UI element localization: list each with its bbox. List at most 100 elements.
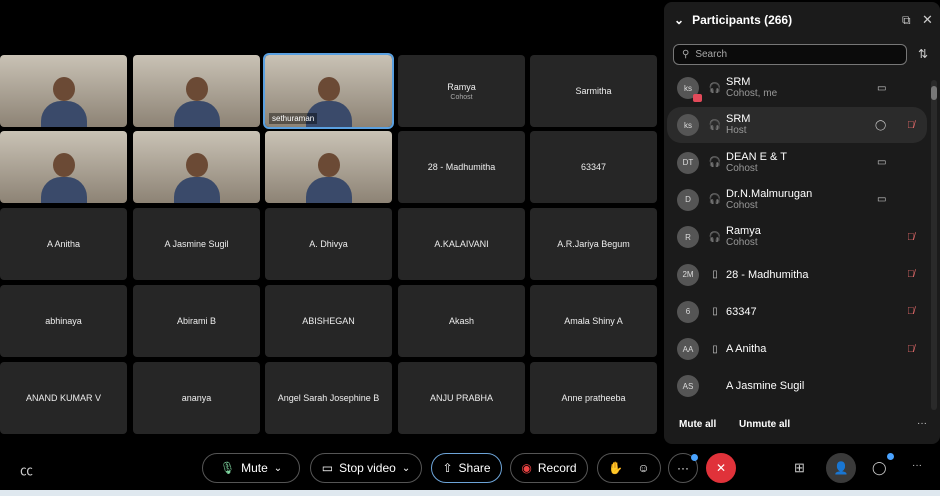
video-icon: ▭: [877, 157, 887, 169]
avatar: AA: [677, 338, 699, 361]
chevron-down-icon[interactable]: ⌄: [274, 463, 282, 474]
participant-row[interactable]: D 🎧 Dr.N.Malmurugan Cohost ▭: [667, 182, 927, 218]
tile-name: ANJU PRABHA: [429, 393, 493, 403]
participant-tile[interactable]: A Jasmine Sugil: [133, 208, 260, 280]
headset-icon: 🎧: [708, 157, 722, 169]
scrollbar[interactable]: [931, 80, 937, 410]
participant-tile[interactable]: Akash: [398, 285, 525, 357]
record-button[interactable]: ◉ Record: [510, 453, 588, 483]
camera-icon: ▭: [321, 461, 334, 475]
phone-icon: ▯: [712, 306, 718, 318]
participant-tile[interactable]: A. Dhivya: [265, 208, 392, 280]
participant-tile[interactable]: [0, 131, 127, 203]
captions-icon[interactable]: ㏄: [20, 460, 33, 479]
muted-mic-icon: 🎙̸: [907, 119, 915, 131]
stop-video-button[interactable]: ▭ Stop video ⌄: [310, 453, 422, 483]
avatar: ks: [677, 77, 702, 102]
participant-role: Cohost: [726, 162, 758, 174]
mute-button[interactable]: 🎙 Mute ⌄: [202, 453, 300, 483]
participant-name: A Jasmine Sugil: [726, 380, 805, 393]
tile-name: A Jasmine Sugil: [164, 239, 229, 249]
tile-name: 63347: [580, 162, 607, 172]
collapse-chevron-icon[interactable]: ⌄: [674, 13, 684, 27]
chat-icon[interactable]: ◯: [875, 120, 886, 131]
share-button[interactable]: ⇧ Share: [431, 453, 502, 483]
participant-tile[interactable]: [0, 55, 127, 127]
headset-icon: 🎧: [708, 231, 722, 243]
muted-locked-mic-icon: 🎙̸: [907, 306, 915, 318]
participant-tile[interactable]: Anne pratheeba: [530, 362, 657, 434]
participant-row[interactable]: ks 🎧 SRM Cohost, me ▭: [667, 70, 927, 106]
record-label: Record: [537, 461, 577, 475]
participant-tile[interactable]: Angel Sarah Josephine B: [265, 362, 392, 434]
participant-row[interactable]: AA ▯ A Anitha 🎙̸: [667, 331, 927, 367]
video-icon: ▭: [877, 82, 887, 94]
participant-tile[interactable]: Sarmitha: [530, 55, 657, 127]
participants-panel: ⌄ Participants (266) ⧉ ✕ ⚲ Search ⇅ ks 🎧 S…: [664, 2, 940, 444]
participants-button[interactable]: 👤: [826, 453, 856, 483]
tile-name: 28 - Madhumitha: [427, 162, 496, 172]
search-icon: ⚲: [682, 49, 690, 60]
sort-icon[interactable]: ⇅: [918, 47, 928, 61]
participant-tile[interactable]: [133, 131, 260, 203]
chevron-down-icon[interactable]: ⌄: [402, 463, 410, 474]
muted-locked-mic-icon: 🎙̸: [907, 343, 915, 355]
participant-tile[interactable]: A.KALAIVANI: [398, 208, 525, 280]
avatar: 6: [677, 300, 699, 323]
search-placeholder: Search: [695, 49, 728, 60]
participant-tile[interactable]: [133, 55, 260, 127]
participant-name: SRM: [726, 113, 751, 126]
participant-row[interactable]: AS A Jasmine Sugil: [667, 368, 927, 404]
participant-row[interactable]: DT 🎧 DEAN E & T Cohost ▭: [667, 145, 927, 181]
participant-role: Cohost: [726, 237, 758, 249]
participant-tile[interactable]: A.R.Jariya Begum: [530, 208, 657, 280]
search-input[interactable]: ⚲ Search: [673, 44, 907, 65]
panel-title: Participants (266): [692, 13, 793, 27]
close-icon[interactable]: ✕: [922, 12, 933, 28]
tile-name: ABISHEGAN: [302, 316, 355, 326]
phone-icon: ▯: [712, 343, 718, 355]
participant-name: SRM: [726, 76, 751, 88]
participant-name: 63347: [726, 305, 757, 318]
participant-tile[interactable]: A Anitha: [0, 208, 127, 280]
participant-tile[interactable]: ANJU PRABHA: [398, 362, 525, 434]
leave-button[interactable]: ✕: [706, 453, 736, 483]
raise-hand-icon[interactable]: ✋: [608, 461, 623, 475]
more-icon[interactable]: ···: [917, 418, 927, 429]
tile-name: A.KALAIVANI: [434, 239, 489, 249]
unmute-all-button[interactable]: Unmute all: [739, 419, 790, 430]
chat-notification-dot: [887, 453, 894, 460]
more-icon[interactable]: ···: [912, 460, 922, 471]
mute-all-button[interactable]: Mute all: [679, 419, 716, 430]
participant-role: Cohost: [726, 199, 758, 211]
participant-tile[interactable]: [265, 131, 392, 203]
participant-video: [173, 153, 220, 203]
participant-tile[interactable]: Amala Shiny A: [530, 285, 657, 357]
participant-tile[interactable]: ANAND KUMAR V: [0, 362, 127, 434]
chat-icon[interactable]: ◯: [872, 460, 887, 476]
participant-tile[interactable]: Abirami B: [133, 285, 260, 357]
stop-video-label: Stop video: [339, 461, 396, 475]
emoji-icon[interactable]: ☺: [637, 461, 649, 475]
participant-tile[interactable]: Ramya Cohost: [398, 55, 525, 127]
sharing-badge-icon: [693, 94, 702, 102]
participant-tile[interactable]: ananya: [133, 362, 260, 434]
participant-row[interactable]: 2M ▯ 28 - Madhumitha 🎙̸: [667, 257, 927, 293]
participant-row[interactable]: 6 ▯ 63347 🎙̸: [667, 294, 927, 330]
participant-row[interactable]: ks 🎧 SRM Host ◯ 🎙̸: [667, 107, 927, 144]
notification-dot: [691, 454, 698, 461]
participants-icon: 👤: [833, 461, 849, 475]
participant-video: [173, 77, 220, 127]
reactions-group: ✋ ☺: [597, 453, 661, 483]
participant-tile[interactable]: ABISHEGAN: [265, 285, 392, 357]
participant-tile[interactable]: 63347: [530, 131, 657, 203]
participant-tile[interactable]: abhinaya: [0, 285, 127, 357]
participant-row[interactable]: R 🎧 Ramya Cohost 🎙̸: [667, 219, 927, 255]
participant-tile[interactable]: 28 - Madhumitha: [398, 131, 525, 203]
apps-icon[interactable]: ⊞: [794, 460, 805, 476]
microphone-icon: 🎙: [219, 461, 236, 475]
tile-role: Cohost: [450, 93, 473, 101]
participant-tile[interactable]: sethuraman: [263, 53, 394, 129]
headset-icon: 🎧: [708, 119, 722, 131]
popout-icon[interactable]: ⧉: [902, 13, 911, 28]
